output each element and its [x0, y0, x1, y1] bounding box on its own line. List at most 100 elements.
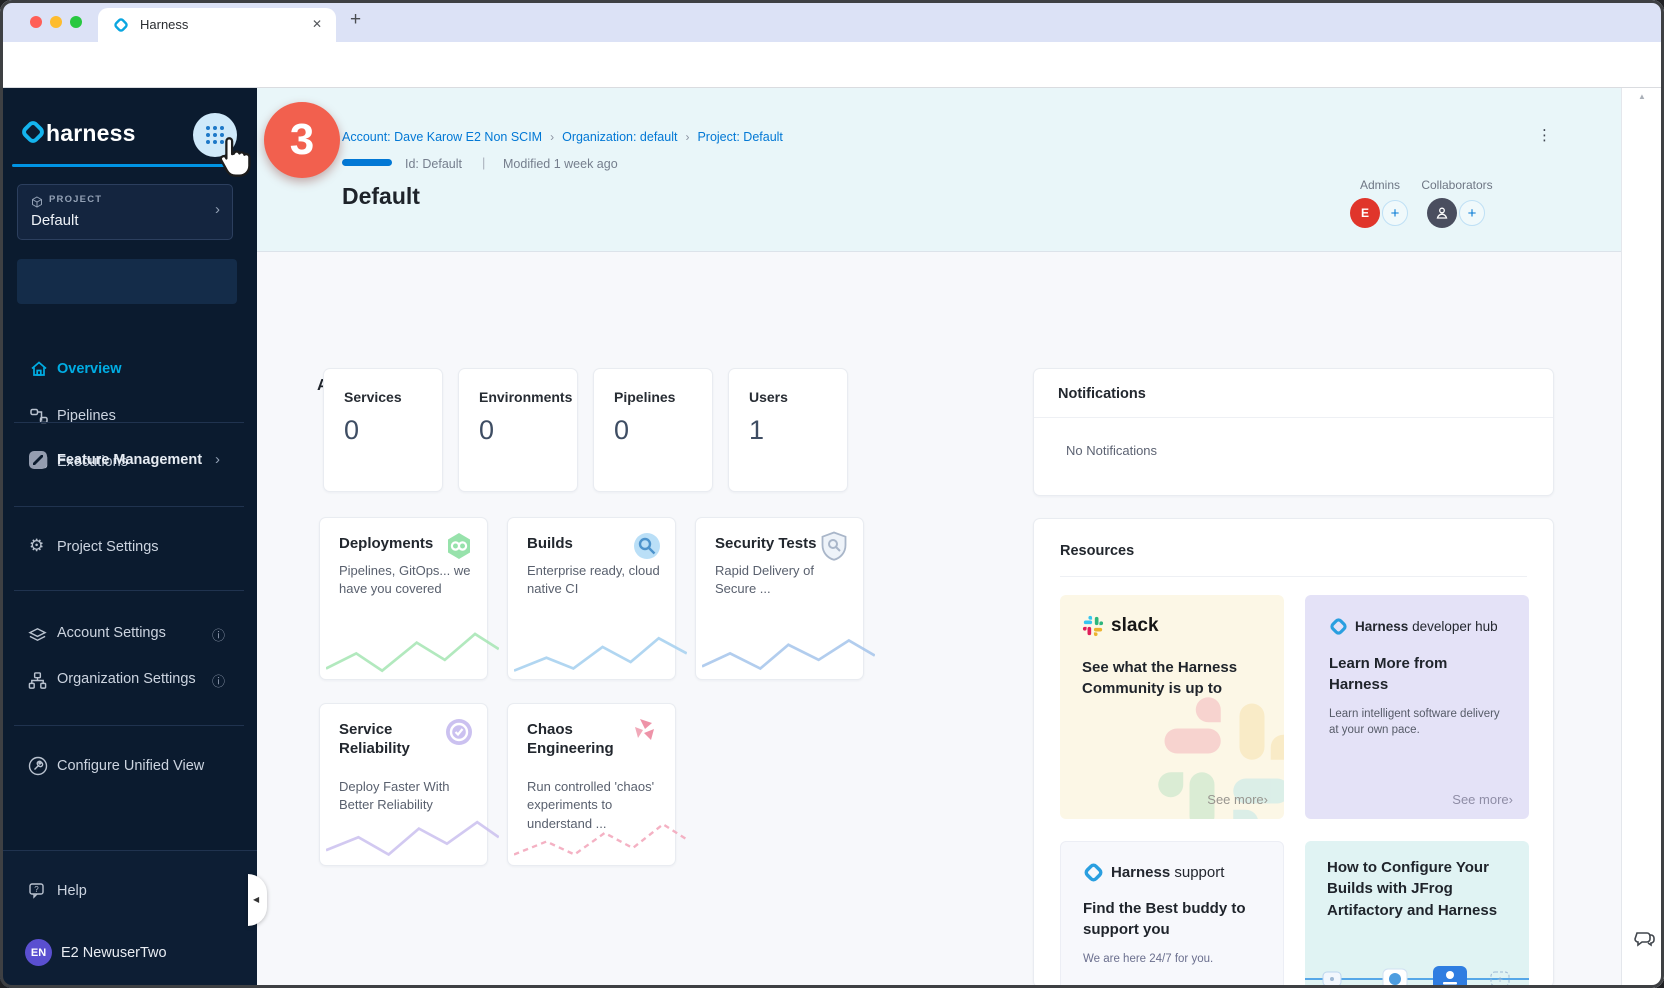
brand-rest: developer hub: [1412, 619, 1498, 634]
brand-underline: [12, 164, 244, 167]
chevron-right-icon: ›: [550, 130, 554, 144]
user-name[interactable]: E2 NewuserTwo: [61, 945, 167, 961]
traffic-zoom-button[interactable]: [70, 16, 82, 28]
sidebar-item-overview[interactable]: [17, 259, 237, 304]
stat-card-users[interactable]: Users 1: [728, 368, 848, 492]
modified-text: Modified 1 week ago: [503, 157, 618, 171]
resource-headline: How to Configure Your Builds with JFrog …: [1327, 857, 1499, 921]
org-chart-icon[interactable]: [28, 671, 47, 690]
chevron-right-icon: ›: [215, 201, 220, 218]
cd-icon: [444, 531, 474, 561]
sidebar-item-configure-unified-view[interactable]: Configure Unified View: [57, 758, 204, 774]
breadcrumb-account[interactable]: Account: Dave Karow E2 Non SCIM: [342, 130, 542, 144]
slack-brand: slack: [1082, 615, 1159, 637]
resource-card-support[interactable]: Harness support Find the Best buddy to s…: [1060, 841, 1284, 988]
slack-icon: [1082, 615, 1104, 637]
chevron-right-icon: ›: [685, 130, 689, 144]
module-description: Pipelines, GitOps... we have you covered: [339, 562, 473, 599]
resource-card-developer-hub[interactable]: Harness developer hub Learn More from Ha…: [1305, 595, 1529, 819]
brand-bold: Harness: [1355, 619, 1408, 634]
see-more-link[interactable]: See more›: [1452, 792, 1513, 807]
breadcrumb-organization[interactable]: Organization: default: [562, 130, 677, 144]
new-tab-button[interactable]: +: [350, 9, 361, 31]
support-brand: Harness support: [1083, 862, 1224, 883]
info-icon[interactable]: ⓘ: [212, 671, 225, 690]
module-card-chaos-engineering[interactable]: Chaos Engineering Run controlled 'chaos'…: [507, 703, 676, 866]
resource-body: We are here 24/7 for you.: [1083, 952, 1263, 968]
sidebar-item-feature-management[interactable]: Feature Management: [57, 452, 202, 468]
notifications-heading: Notifications: [1058, 386, 1146, 402]
shield-icon: [820, 531, 850, 561]
layers-icon[interactable]: [28, 625, 47, 644]
see-more-link[interactable]: See more›: [1207, 792, 1268, 807]
browser-window: Harness ✕ + ← → ⟳ app.harness.io/ng/acco…: [0, 0, 1664, 988]
traffic-minimize-button[interactable]: [50, 16, 62, 28]
help-icon[interactable]: ?: [28, 882, 48, 902]
tab-strip: Harness ✕ +: [0, 0, 1664, 42]
chaos-icon: [632, 717, 662, 747]
main-content: Account: Dave Karow E2 Non SCIM › Organiza…: [257, 88, 1621, 988]
divider: [1034, 417, 1553, 418]
module-card-deployments[interactable]: Deployments Pipelines, GitOps... we have…: [319, 517, 488, 680]
divider: [1060, 576, 1527, 577]
breadcrumb-project[interactable]: Project: Default: [697, 130, 782, 144]
resource-body: Learn intelligent software delivery at y…: [1329, 707, 1505, 738]
stat-value: 0: [344, 415, 359, 446]
module-title: Chaos Engineering: [527, 721, 637, 759]
module-description: Rapid Delivery of Secure ...: [715, 562, 849, 599]
stat-card-services[interactable]: Services 0: [323, 368, 443, 492]
harness-logo-icon: [1083, 862, 1104, 883]
harness-logo-icon: [1329, 617, 1348, 636]
cursor-pointer-icon: [212, 134, 258, 180]
sidebar-item-organization-settings[interactable]: Organization Settings: [57, 671, 196, 687]
chat-icon[interactable]: [1631, 926, 1656, 951]
divider: [14, 725, 244, 726]
resources-heading: Resources: [1060, 543, 1134, 559]
svg-text:?: ?: [34, 885, 39, 894]
module-card-builds[interactable]: Builds Enterprise ready, cloud native CI: [507, 517, 676, 680]
close-icon[interactable]: ✕: [312, 17, 322, 31]
sidebar-item-account-settings[interactable]: Account Settings: [57, 625, 166, 641]
sidebar-item-help[interactable]: Help: [57, 883, 87, 899]
feature-flags-icon[interactable]: [28, 450, 48, 470]
divider: [14, 506, 244, 507]
chevron-right-icon: ›: [1264, 792, 1268, 807]
scroll-up-icon[interactable]: ▲: [1638, 92, 1646, 101]
stat-value: 0: [479, 415, 494, 446]
breadcrumb: Account: Dave Karow E2 Non SCIM › Organiza…: [342, 128, 783, 146]
user-avatar[interactable]: EN: [25, 939, 52, 966]
home-icon: [30, 360, 48, 378]
traffic-close-button[interactable]: [30, 16, 42, 28]
collaborators-label: Collaborators: [1407, 178, 1507, 192]
resource-card-slack[interactable]: slack See what the Harness Community is …: [1060, 595, 1284, 819]
sidebar: harness PROJECT Default › Overview: [0, 88, 257, 988]
tab-title: Harness: [140, 17, 188, 32]
resource-headline: Learn More from Harness: [1329, 653, 1484, 696]
brand-rest: support: [1174, 864, 1224, 881]
stat-card-pipelines[interactable]: Pipelines 0: [593, 368, 713, 492]
module-card-security-tests[interactable]: Security Tests Rapid Delivery of Secure …: [695, 517, 864, 680]
kebab-icon[interactable]: ⋮: [1537, 126, 1552, 144]
divider: [14, 422, 244, 423]
add-collaborator-button[interactable]: +: [1459, 200, 1485, 226]
sidebar-item-label: Overview: [57, 361, 122, 377]
admin-avatar[interactable]: E: [1350, 198, 1380, 228]
project-selector[interactable]: PROJECT Default ›: [17, 184, 233, 240]
add-admin-button[interactable]: +: [1382, 200, 1408, 226]
divider: [14, 590, 244, 591]
browser-tab[interactable]: Harness ✕: [98, 8, 336, 42]
collaborator-avatar[interactable]: [1427, 198, 1457, 228]
stat-card-environments[interactable]: Environments 0: [458, 368, 578, 492]
notifications-panel: Notifications No Notifications: [1033, 368, 1554, 496]
sidebar-item-project-settings[interactable]: Project Settings: [57, 539, 159, 555]
wrench-icon[interactable]: [28, 756, 48, 776]
module-title: Service Reliability: [339, 721, 449, 759]
gear-icon[interactable]: ⚙: [29, 536, 44, 556]
info-icon[interactable]: ⓘ: [212, 625, 225, 644]
collapse-icon: ◀: [253, 895, 259, 904]
svg-text:+: +: [1497, 975, 1503, 986]
page-title: Default: [342, 183, 420, 210]
module-card-service-reliability[interactable]: Service Reliability Deploy Faster With B…: [319, 703, 488, 866]
scrollbar-gutter[interactable]: ▲: [1621, 88, 1664, 988]
resource-card-jfrog[interactable]: How to Configure Your Builds with JFrog …: [1305, 841, 1529, 988]
